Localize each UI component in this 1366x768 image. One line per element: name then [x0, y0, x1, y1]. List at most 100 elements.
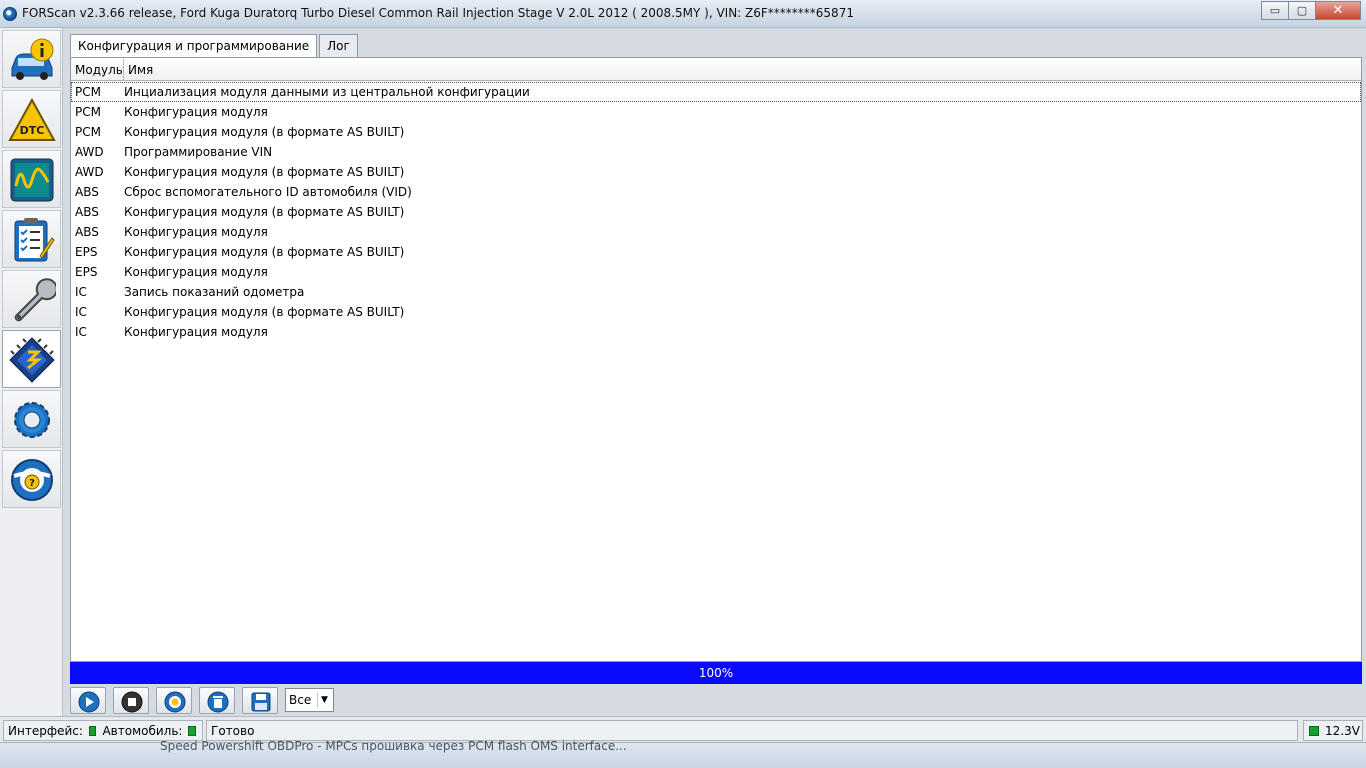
window-title: FORScan v2.3.66 release, Ford Kuga Durat…	[22, 6, 854, 20]
vehicle-led-icon	[188, 725, 196, 736]
delete-icon	[207, 691, 229, 712]
cell-name: Конфигурация модуля (в формате AS BUILT)	[124, 245, 405, 259]
cell-name: Конфигурация модуля	[124, 265, 268, 279]
sidebar-item-configuration[interactable]	[2, 330, 61, 388]
cell-module: EPS	[75, 265, 98, 279]
connection-status: Интерфейс: Автомобиль:	[3, 720, 203, 741]
tab-log[interactable]: Лог	[319, 34, 358, 58]
table-row[interactable]: AWD Программирование VIN	[71, 142, 1361, 162]
table-row[interactable]: IC Конфигурация модуля (в формате AS BUIL…	[71, 302, 1361, 322]
cell-module: PCM	[75, 105, 101, 119]
filter-value: Все	[289, 693, 312, 707]
voltage-value: 12.3V	[1325, 723, 1360, 738]
table-row[interactable]: PCM Конфигурация модуля (в формате AS BUI…	[71, 122, 1361, 142]
cell-module: PCM	[75, 85, 101, 99]
cell-name: Конфигурация модуля (в формате AS BUILT)	[124, 305, 405, 319]
cell-module: ABS	[75, 225, 99, 239]
cell-module: IC	[75, 285, 87, 299]
voltage-led-icon	[1309, 725, 1319, 736]
save-button[interactable]	[242, 686, 278, 714]
cell-name: Конфигурация модуля	[124, 325, 268, 339]
column-header-name[interactable]: Имя	[124, 59, 1361, 80]
vehicle-label: Автомобиль:	[102, 723, 183, 738]
column-header-module[interactable]: Модуль	[71, 59, 124, 80]
sidebar-item-service[interactable]	[2, 270, 61, 328]
run-button[interactable]	[70, 686, 106, 714]
table-row[interactable]: EPS Конфигурация модуля	[71, 262, 1361, 282]
cell-name: Запись показаний одометра	[124, 285, 305, 299]
cell-name: Конфигурация модуля (в формате AS BUILT)	[124, 205, 405, 219]
table-row[interactable]: IC Запись показаний одометра	[71, 282, 1361, 302]
table-row[interactable]: PCM Конфигурация модуля	[71, 102, 1361, 122]
cell-module: IC	[75, 325, 87, 339]
tab-configuration[interactable]: Конфигурация и программирование	[70, 34, 318, 59]
cell-module: IC	[75, 305, 87, 319]
cell-name: Инциализация модуля данными из центральн…	[124, 85, 530, 99]
window-controls: ▭ ▢ ✕	[1261, 1, 1361, 20]
sidebar-item-help[interactable]: ?	[2, 450, 61, 508]
cell-name: Конфигурация модуля	[124, 105, 268, 119]
table-row[interactable]: EPS Конфигурация модуля (в формате AS BUI…	[71, 242, 1361, 262]
svg-text:?: ?	[29, 478, 35, 489]
svg-text:DTC: DTC	[20, 124, 45, 137]
chevron-down-icon[interactable]: ▼	[317, 692, 331, 708]
cell-name: Сброс вспомогательного ID автомобиля (VI…	[124, 185, 412, 199]
wrench-icon	[14, 278, 56, 322]
cell-module: PCM	[75, 125, 101, 139]
stop-icon	[121, 691, 143, 712]
table-row[interactable]: ABS Конфигурация модуля	[71, 222, 1361, 242]
sidebar-item-tests[interactable]	[2, 210, 61, 268]
table-row[interactable]: ABS Сброс вспомогательного ID автомобиля …	[71, 182, 1361, 202]
gear-icon	[14, 402, 50, 438]
procedure-list: PCM Инциализация модуля данными из центра…	[71, 82, 1361, 342]
car-info-icon	[11, 38, 54, 80]
filter-dropdown[interactable]: Все ▼	[285, 688, 334, 712]
progress-bar: 100%	[70, 662, 1362, 684]
table-row[interactable]: ABS Конфигурация модуля (в формате AS BUI…	[71, 202, 1361, 222]
help-button[interactable]	[156, 686, 192, 714]
sidebar: DTC ?	[0, 28, 63, 716]
cell-name: Программирование VIN	[124, 145, 273, 159]
maximize-button[interactable]: ▢	[1288, 1, 1315, 20]
table-header: Модуль Имя	[71, 59, 1361, 81]
sidebar-item-dtc[interactable]: DTC	[2, 90, 61, 148]
cell-module: AWD	[75, 145, 104, 159]
main-panel: Конфигурация и программирование Лог Моду…	[70, 34, 1362, 684]
taskbar-text: Speed Powershift OBDPro - MPCs прошивка …	[160, 739, 627, 753]
cell-module: EPS	[75, 245, 98, 259]
table-row[interactable]: IC Конфигурация модуля	[71, 322, 1361, 342]
cell-name: Конфигурация модуля (в формате AS BUILT)	[124, 125, 405, 139]
cell-module: AWD	[75, 165, 104, 179]
status-message: Готово	[206, 720, 1298, 741]
help-lifebuoy-icon: ?	[11, 459, 53, 501]
table-row[interactable]: AWD Конфигурация модуля (в формате AS BUI…	[71, 162, 1361, 182]
voltage-readout: 12.3V	[1303, 720, 1363, 741]
cell-name: Конфигурация модуля	[124, 225, 268, 239]
interface-led-icon	[88, 725, 97, 736]
title-bar: FORScan v2.3.66 release, Ford Kuga Durat…	[0, 0, 1366, 28]
stop-button[interactable]	[113, 686, 149, 714]
app-icon	[3, 7, 17, 21]
dtc-warning-icon: DTC	[8, 97, 56, 141]
configuration-panel: Модуль Имя PCM Инциализация модуля данным…	[70, 57, 1362, 662]
chip-icon	[9, 337, 55, 383]
checklist-icon	[14, 218, 55, 262]
sidebar-item-vehicle-info[interactable]	[2, 30, 61, 88]
minimize-button[interactable]: ▭	[1261, 1, 1288, 20]
tab-strip: Конфигурация и программирование Лог	[70, 34, 360, 59]
cell-module: ABS	[75, 185, 99, 199]
action-toolbar: Все ▼	[70, 686, 334, 714]
save-icon	[251, 692, 271, 711]
table-row[interactable]: PCM Инциализация модуля данными из центра…	[71, 82, 1361, 102]
help-icon	[164, 691, 186, 712]
delete-button[interactable]	[199, 686, 235, 714]
oscilloscope-icon	[10, 158, 54, 202]
interface-label: Интерфейс:	[8, 723, 83, 738]
sidebar-item-settings[interactable]	[2, 390, 61, 448]
cell-module: ABS	[75, 205, 99, 219]
play-icon	[78, 691, 100, 712]
close-button[interactable]: ✕	[1315, 1, 1361, 20]
cell-name: Конфигурация модуля (в формате AS BUILT)	[124, 165, 405, 179]
taskbar-strip: Speed Powershift OBDPro - MPCs прошивка …	[0, 739, 1366, 768]
sidebar-item-oscilloscope[interactable]	[2, 150, 61, 208]
